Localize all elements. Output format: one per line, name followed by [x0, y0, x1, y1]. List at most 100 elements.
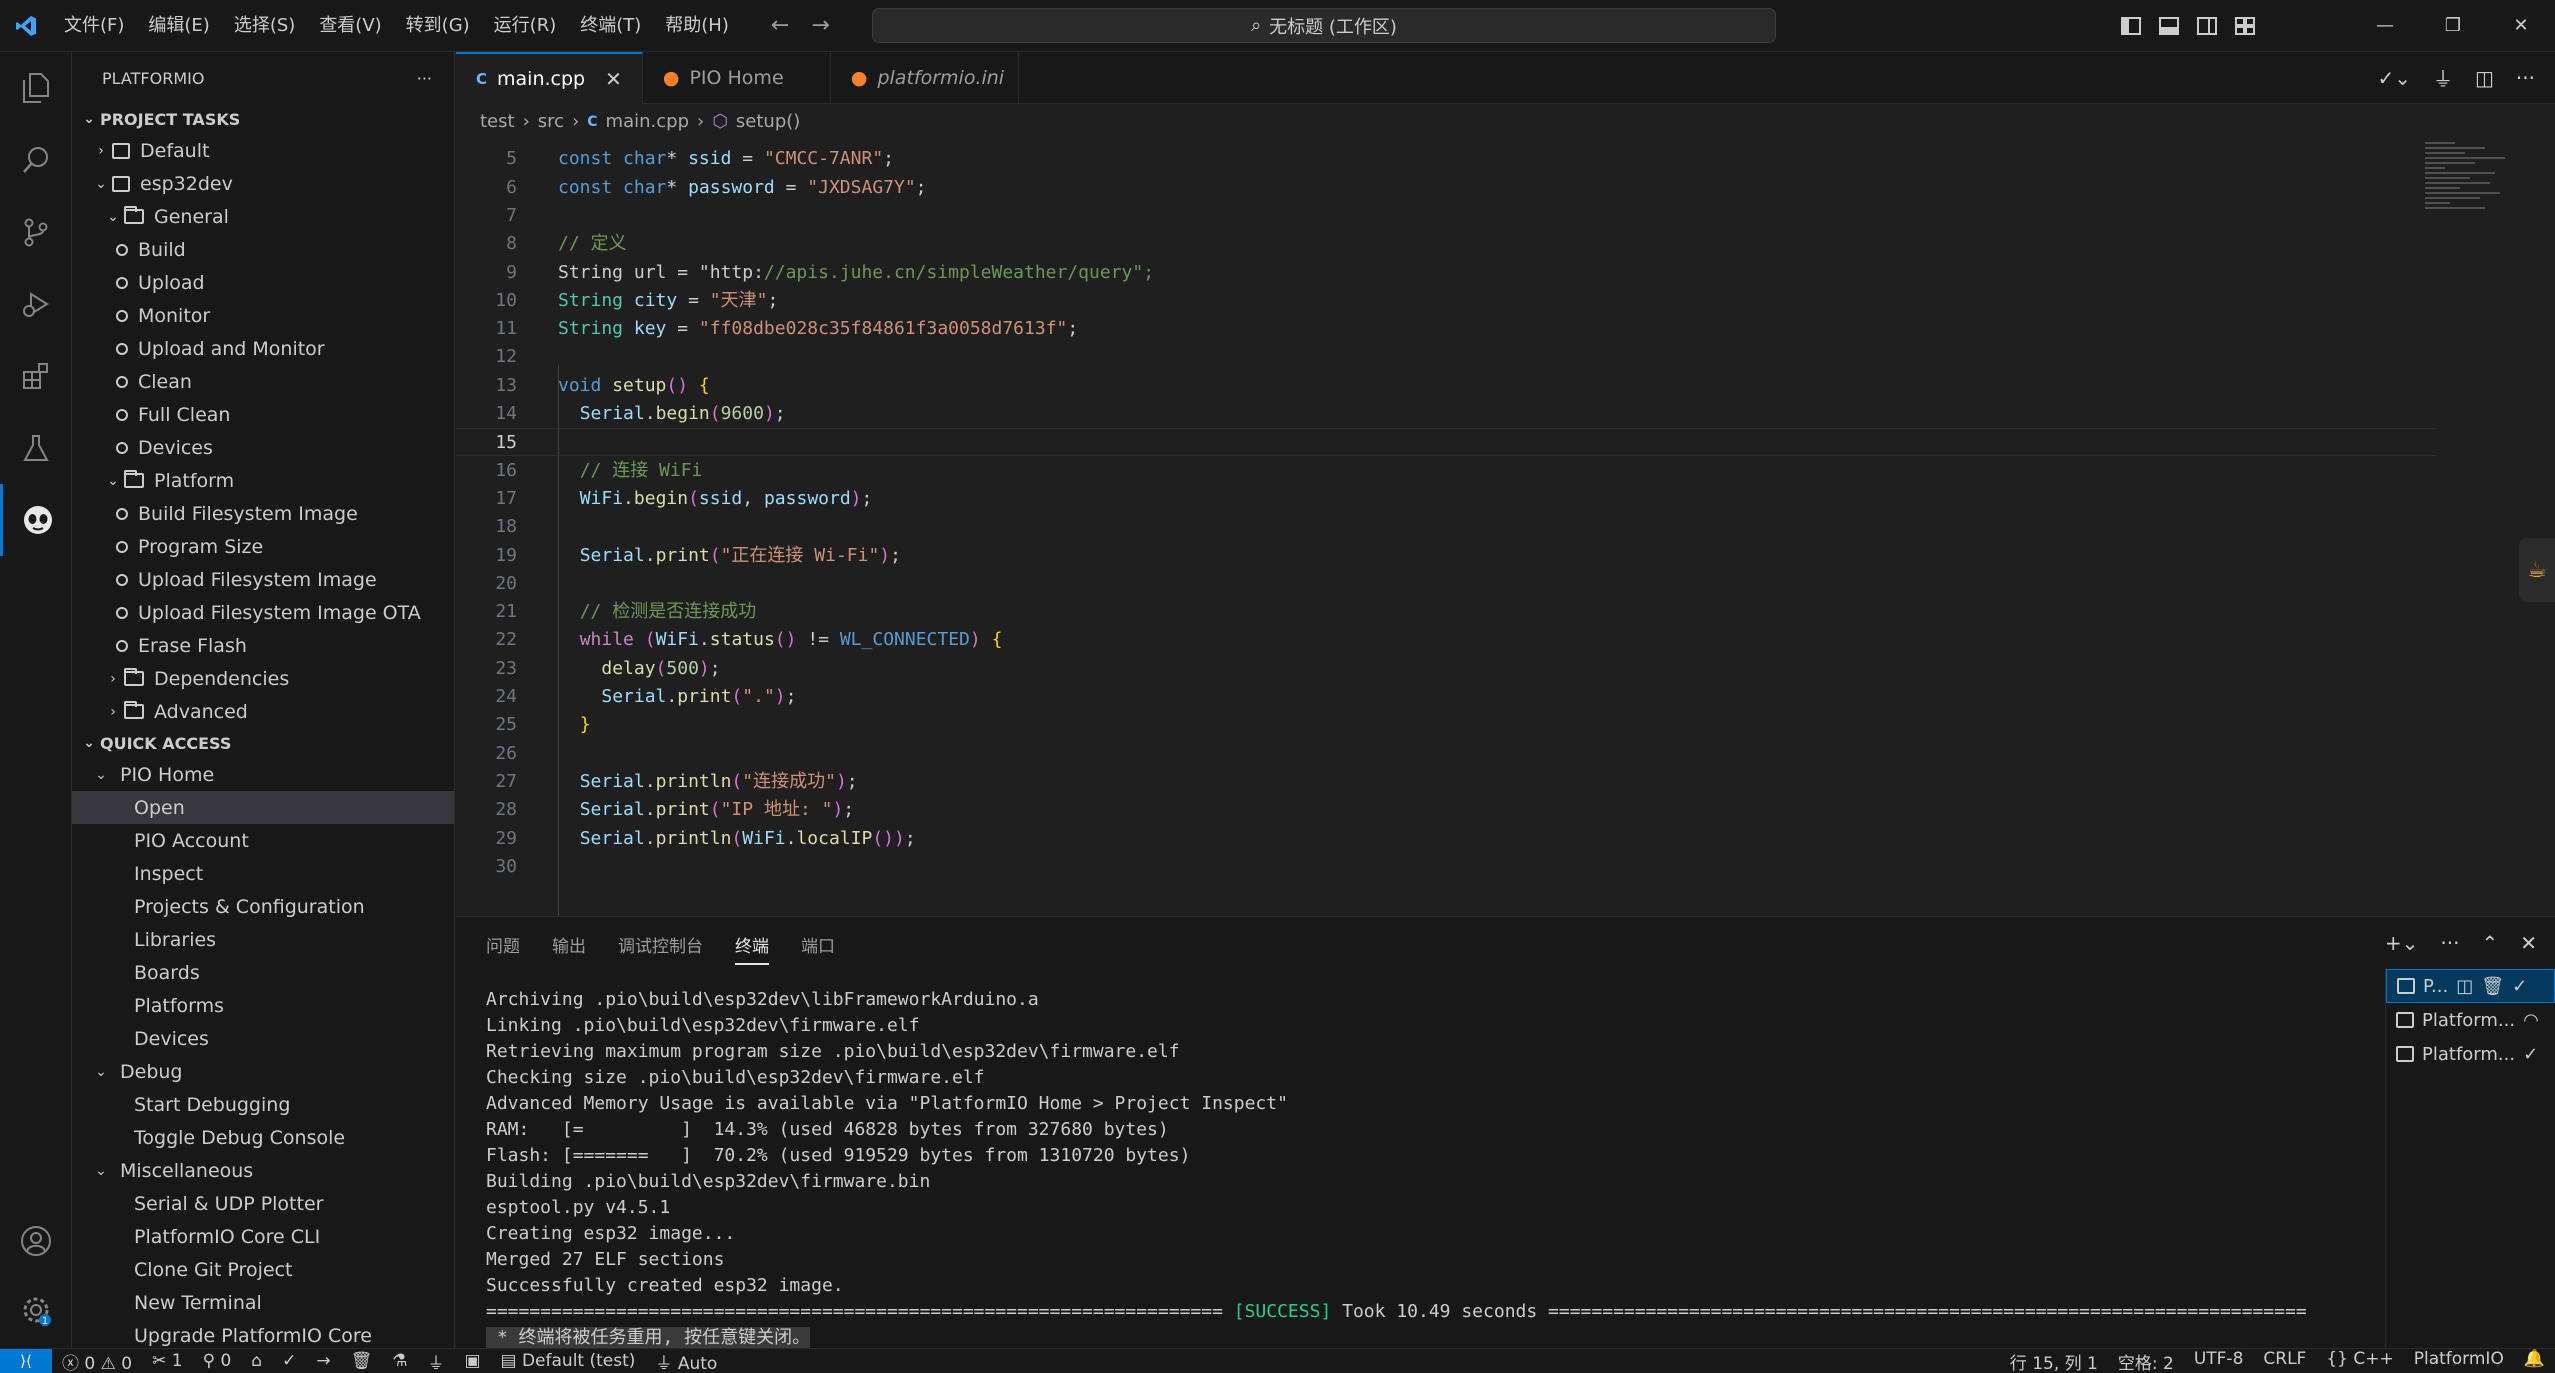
code-line[interactable]: 29 Serial.println(WiFi.localIP());: [456, 825, 2436, 853]
explorer-icon[interactable]: [0, 52, 72, 124]
code-line[interactable]: 30: [456, 853, 2436, 881]
terminal-item[interactable]: Platform... ◠: [2386, 1003, 2555, 1037]
code-line[interactable]: 20: [456, 570, 2436, 598]
tab-main-cpp[interactable]: C main.cpp ✕: [456, 52, 643, 104]
task-build-filesystem[interactable]: Build Filesystem Image: [72, 497, 454, 530]
close-panel-icon[interactable]: ✕: [2520, 931, 2537, 955]
problems-status[interactable]: ⓧ 0 ⚠ 0: [52, 1349, 142, 1373]
breadcrumb-test[interactable]: test: [480, 111, 515, 132]
customize-layout-icon[interactable]: [2235, 17, 2255, 35]
toggle-sidebar-icon[interactable]: [2121, 17, 2141, 35]
run-debug-icon[interactable]: [0, 268, 72, 340]
breadcrumb-file[interactable]: main.cpp: [606, 111, 689, 132]
pio-terminal-icon[interactable]: ▣: [454, 1351, 490, 1371]
restore-icon[interactable]: ❐: [2419, 0, 2487, 52]
code-line[interactable]: 7: [456, 202, 2436, 230]
menu-help[interactable]: 帮助(H): [653, 0, 741, 52]
terminal-item[interactable]: P... ◫ 🗑 ✓: [2386, 969, 2555, 1003]
qa-serial-plotter[interactable]: Serial & UDP Plotter: [72, 1187, 454, 1220]
code-line[interactable]: 14 Serial.begin(9600);: [456, 400, 2436, 428]
tools-status[interactable]: ✂ 1: [142, 1351, 192, 1371]
qa-platforms[interactable]: Platforms: [72, 989, 454, 1022]
qa-start-debugging[interactable]: Start Debugging: [72, 1088, 454, 1121]
tree-dependencies[interactable]: › Dependencies: [72, 662, 454, 695]
code-line[interactable]: 23 delay(500);: [456, 655, 2436, 683]
qa-open[interactable]: Open: [72, 791, 454, 824]
tree-pio-home[interactable]: ⌄ PIO Home: [72, 758, 454, 791]
menu-edit[interactable]: 编辑(E): [136, 0, 221, 52]
code-line[interactable]: 15: [456, 428, 2436, 457]
task-upload-filesystem[interactable]: Upload Filesystem Image: [72, 563, 454, 596]
task-monitor[interactable]: Monitor: [72, 299, 454, 332]
code-line[interactable]: 22 while (WiFi.status() != WL_CONNECTED)…: [456, 626, 2436, 654]
tree-platform[interactable]: ⌄ Platform: [72, 464, 454, 497]
pio-test-icon[interactable]: ⚗: [382, 1351, 417, 1371]
code-line[interactable]: 24 Serial.print(".");: [456, 683, 2436, 711]
pio-monitor-icon[interactable]: ⏚: [417, 1349, 454, 1373]
tab-platformio-ini[interactable]: ● platformio.ini: [831, 52, 1019, 104]
code-line[interactable]: 9 String url = "http://apis.juhe.cn/simpl…: [456, 259, 2436, 287]
qa-toggle-debug-console[interactable]: Toggle Debug Console: [72, 1121, 454, 1154]
manage-gear-icon[interactable]: 1: [0, 1274, 72, 1346]
pio-clean-icon[interactable]: 🗑: [341, 1351, 383, 1371]
code-line[interactable]: 12: [456, 343, 2436, 371]
code-line[interactable]: 16 // 连接 WiFi: [456, 457, 2436, 485]
forward-arrow-icon[interactable]: →: [811, 13, 829, 38]
qa-pio-account[interactable]: PIO Account: [72, 824, 454, 857]
qa-upgrade-core[interactable]: Upgrade PlatformIO Core: [72, 1319, 454, 1348]
code-line[interactable]: 26: [456, 740, 2436, 768]
menu-view[interactable]: 查看(V): [307, 0, 393, 52]
encoding-status[interactable]: UTF-8: [2184, 1349, 2254, 1373]
qa-core-cli[interactable]: PlatformIO Core CLI: [72, 1220, 454, 1253]
pio-upload-icon[interactable]: →: [306, 1351, 340, 1371]
check-icon[interactable]: ✓⌄: [2378, 66, 2412, 90]
extensions-icon[interactable]: [0, 340, 72, 412]
task-upload[interactable]: Upload: [72, 266, 454, 299]
code-line[interactable]: 8 // 定义: [456, 230, 2436, 258]
tree-general[interactable]: ⌄ General: [72, 200, 454, 233]
qa-devices[interactable]: Devices: [72, 1022, 454, 1055]
maximize-panel-icon[interactable]: ⌃: [2481, 931, 2498, 955]
ports-status[interactable]: ⚲ 0: [193, 1351, 242, 1371]
task-build[interactable]: Build: [72, 233, 454, 266]
testing-flask-icon[interactable]: [0, 412, 72, 484]
tree-debug[interactable]: ⌄ Debug: [72, 1055, 454, 1088]
code-line[interactable]: 19 Serial.print("正在连接 Wi-Fi");: [456, 542, 2436, 570]
terminal-item[interactable]: Platform... ✓: [2386, 1037, 2555, 1071]
menu-run[interactable]: 运行(R): [482, 0, 569, 52]
tree-miscellaneous[interactable]: ⌄ Miscellaneous: [72, 1154, 454, 1187]
project-tasks-header[interactable]: ⌄ PROJECT TASKS: [72, 104, 454, 134]
tab-pio-home[interactable]: ● PIO Home: [643, 52, 831, 104]
env-status[interactable]: ▤ Default (test): [491, 1351, 646, 1371]
secondary-toggle[interactable]: ☕: [2519, 538, 2555, 602]
breadcrumb-src[interactable]: src: [538, 111, 564, 132]
code-line[interactable]: 5 const char* ssid = "CMCC-7ANR";: [456, 145, 2436, 173]
task-program-size[interactable]: Program Size: [72, 530, 454, 563]
cursor-position[interactable]: 行 15, 列 1: [2000, 1349, 2108, 1373]
more-icon[interactable]: ···: [2440, 931, 2459, 955]
eol-status[interactable]: CRLF: [2253, 1349, 2316, 1373]
panel-tab-debug-console[interactable]: 调试控制台: [618, 932, 703, 957]
minimize-icon[interactable]: —: [2351, 0, 2419, 52]
split-icon[interactable]: ◫: [2456, 976, 2473, 997]
remote-icon[interactable]: ⟩⟨: [0, 1348, 52, 1373]
more-icon[interactable]: ···: [2516, 66, 2535, 90]
code-line[interactable]: 25 }: [456, 711, 2436, 739]
pio-home-icon[interactable]: ⌂: [241, 1351, 272, 1371]
back-arrow-icon[interactable]: ←: [771, 13, 789, 38]
platformio-alien-icon[interactable]: [0, 484, 72, 556]
trash-icon[interactable]: 🗑: [2481, 976, 2504, 997]
notifications-bell-icon[interactable]: 🔔: [2514, 1349, 2555, 1373]
task-full-clean[interactable]: Full Clean: [72, 398, 454, 431]
code-line[interactable]: 21 // 检测是否连接成功: [456, 598, 2436, 626]
tree-default[interactable]: › Default: [72, 134, 454, 167]
search-view-icon[interactable]: [0, 124, 72, 196]
task-upload-filesystem-ota[interactable]: Upload Filesystem Image OTA: [72, 596, 454, 629]
qa-new-terminal[interactable]: New Terminal: [72, 1286, 454, 1319]
qa-inspect[interactable]: Inspect: [72, 857, 454, 890]
terminal-output[interactable]: Archiving .pio\build\esp32dev\libFramewo…: [486, 987, 2555, 1351]
menu-terminal[interactable]: 终端(T): [568, 0, 653, 52]
source-control-icon[interactable]: [0, 196, 72, 268]
indent-status[interactable]: 空格: 2: [2108, 1349, 2184, 1373]
tree-advanced[interactable]: › Advanced: [72, 695, 454, 728]
